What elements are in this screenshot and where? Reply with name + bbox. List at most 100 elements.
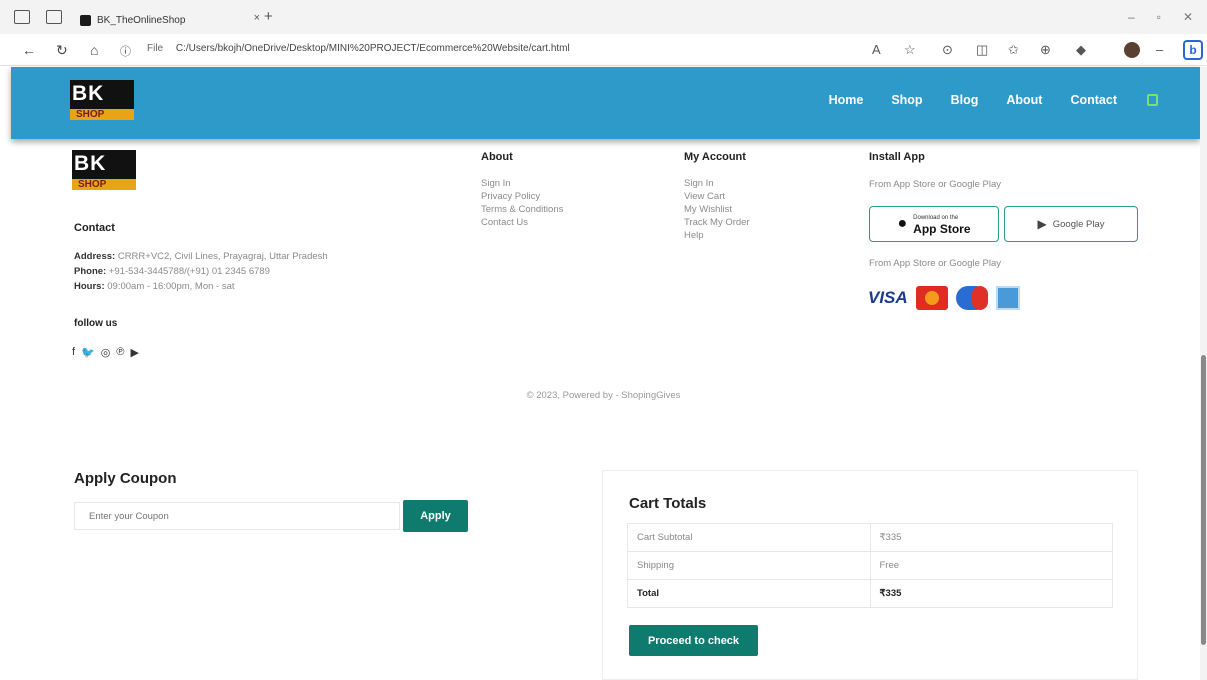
url-prefix: File [147, 43, 164, 54]
apply-coupon-button[interactable]: Apply [403, 500, 468, 532]
visa-icon: VISA [868, 288, 908, 307]
extensions-icon[interactable]: ◆ [1076, 42, 1086, 58]
tab-actions-icon[interactable] [46, 10, 62, 24]
account-link[interactable]: Track My Order [684, 216, 750, 229]
extension-icon[interactable]: ⊙ [942, 42, 953, 58]
nav-blog[interactable]: Blog [951, 93, 979, 107]
contact-hours: Hours: 09:00am - 16:00pm, Mon - sat [74, 281, 235, 292]
split-screen-icon[interactable]: ◫ [976, 42, 988, 58]
google-play-label: Google Play [1052, 218, 1105, 230]
favorites-icon[interactable]: ✩ [1008, 42, 1019, 58]
install-note: From App Store or Google Play [869, 179, 1002, 190]
subtotal-label: Cart Subtotal [627, 523, 871, 552]
total-label: Total [627, 579, 871, 608]
footer-logo[interactable]: BK SHOP [72, 150, 136, 198]
about-link[interactable]: Contact Us [481, 216, 563, 229]
window-controls: – ▫ ✕ [1128, 10, 1193, 24]
nav-about[interactable]: About [1006, 93, 1042, 107]
subtotal-value: ₹335 [869, 523, 1113, 552]
shopping-bag-icon[interactable] [1147, 94, 1158, 106]
about-links: Sign In Privacy Policy Terms & Condition… [481, 177, 563, 229]
collections-icon[interactable]: ⊕ [1040, 42, 1051, 58]
account-links: Sign In View Cart My Wishlist Track My O… [684, 177, 750, 242]
header-logo[interactable]: BK SHOP [70, 80, 134, 128]
proceed-to-checkout-button[interactable]: Proceed to check [629, 625, 758, 656]
browser-tab-bar: BK_TheOnlineShop × + – ▫ ✕ [0, 0, 1207, 34]
about-link[interactable]: Sign In [481, 177, 563, 190]
social-links: f 🐦 ◎ ℗ ▶ [72, 346, 139, 359]
youtube-icon[interactable]: ▶ [130, 346, 138, 359]
refresh-icon[interactable]: ↻ [56, 42, 68, 59]
logo-subtext: SHOP [70, 109, 134, 120]
maestro-icon [955, 286, 988, 310]
favicon-icon [80, 14, 91, 26]
footer-logo-text: BK [72, 150, 136, 179]
pinterest-icon[interactable]: ℗ [116, 346, 124, 359]
payment-methods: VISA [868, 286, 1020, 310]
follow-heading: follow us [74, 318, 118, 329]
nav-shop[interactable]: Shop [891, 93, 922, 107]
table-row: Cart Subtotal ₹335 [627, 523, 1113, 552]
mastercard-icon [915, 286, 948, 310]
cart-totals-panel: Cart Totals Cart Subtotal ₹335 Shipping … [602, 470, 1138, 680]
twitter-icon[interactable]: 🐦 [81, 346, 95, 359]
shipping-label: Shipping [627, 551, 871, 580]
tab-title: BK_TheOnlineShop [97, 14, 186, 26]
total-value: ₹335 [869, 579, 1113, 608]
new-tab-button[interactable]: + [264, 8, 273, 25]
minimize-icon[interactable]: – [1128, 10, 1135, 24]
favorite-star-icon[interactable]: ☆ [904, 42, 916, 58]
footer-logo-subtext: SHOP [72, 179, 136, 190]
google-play-icon: ▶ [1037, 217, 1047, 231]
logo-text: BK [70, 80, 134, 109]
more-options-icon[interactable]: – [1156, 42, 1163, 57]
cart-totals-table: Cart Subtotal ₹335 Shipping Free Total ₹… [627, 523, 1113, 608]
coupon-title: Apply Coupon [74, 470, 177, 487]
address-bar: ← ↻ ⌂ ⓘ File C:/Users/bkojh/OneDrive/Des… [0, 34, 1207, 66]
contact-heading: Contact [74, 222, 115, 234]
about-heading: About [481, 151, 513, 163]
copyright-text: © 2023, Powered by - ShopingGives [526, 390, 681, 401]
table-row: Total ₹335 [627, 579, 1113, 608]
amex-icon [995, 286, 1020, 310]
site-header: BK SHOP Home Shop Blog About Contact [11, 67, 1200, 139]
nav-home[interactable]: Home [829, 93, 864, 107]
browser-tab[interactable]: BK_TheOnlineShop × [80, 8, 260, 32]
app-store-label: App Store [913, 222, 971, 236]
about-link[interactable]: Terms & Conditions [481, 203, 563, 216]
account-link[interactable]: Sign In [684, 177, 750, 190]
info-icon[interactable]: ⓘ [120, 43, 131, 59]
maximize-icon[interactable]: ▫ [1157, 10, 1161, 24]
app-store-button[interactable]: ● Download on the App Store [869, 206, 999, 242]
read-aloud-icon[interactable]: A [872, 42, 881, 57]
about-link[interactable]: Privacy Policy [481, 190, 563, 203]
facebook-icon[interactable]: f [72, 346, 75, 359]
account-heading: My Account [684, 151, 746, 163]
coupon-input[interactable] [74, 502, 400, 530]
account-link[interactable]: Help [684, 229, 750, 242]
nav-contact[interactable]: Contact [1070, 93, 1117, 107]
workspaces-icon[interactable] [14, 10, 30, 24]
contact-phone: Phone: +91-534-3445788/(+91) 01 2345 678… [74, 266, 270, 277]
main-nav: Home Shop Blog About Contact [829, 93, 1158, 107]
payment-note: From App Store or Google Play [869, 258, 1002, 269]
home-icon[interactable]: ⌂ [90, 42, 98, 58]
account-link[interactable]: My Wishlist [684, 203, 750, 216]
url-field[interactable]: File C:/Users/bkojh/OneDrive/Desktop/MIN… [147, 43, 570, 54]
install-heading: Install App [869, 151, 925, 163]
contact-address: Address: CRRR+VC2, Civil Lines, Prayagra… [74, 251, 328, 262]
page-scrollbar[interactable] [1200, 67, 1207, 680]
url-text: C:/Users/bkojh/OneDrive/Desktop/MINI%20P… [175, 43, 570, 54]
profile-avatar[interactable] [1124, 42, 1140, 58]
back-icon[interactable]: ← [22, 42, 36, 58]
instagram-icon[interactable]: ◎ [101, 346, 111, 359]
bing-icon[interactable]: b [1183, 40, 1203, 60]
cart-totals-title: Cart Totals [629, 495, 707, 512]
scrollbar-thumb[interactable] [1201, 355, 1206, 645]
shipping-value: Free [869, 551, 1113, 580]
google-play-button[interactable]: ▶ Google Play [1004, 206, 1138, 242]
tab-close-icon[interactable]: × [254, 12, 260, 24]
apple-icon: ● [897, 215, 908, 232]
account-link[interactable]: View Cart [684, 190, 750, 203]
close-window-icon[interactable]: ✕ [1183, 10, 1193, 24]
